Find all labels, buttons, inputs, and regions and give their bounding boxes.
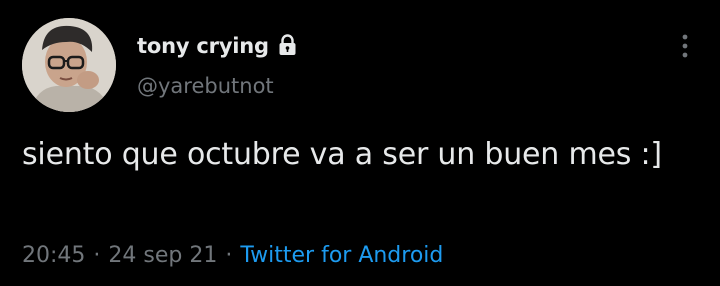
name-row: tony crying <box>137 32 297 60</box>
lock-icon <box>278 34 297 56</box>
tweet-source-link[interactable]: Twitter for Android <box>240 243 443 268</box>
tweet-metadata: 20:45 · 24 sep 21 · Twitter for Android <box>22 238 443 272</box>
tweet-text: siento que octubre va a ser un buen mes … <box>22 137 662 172</box>
tweet-date[interactable]: 24 sep 21 <box>108 243 217 268</box>
separator: · <box>93 242 101 268</box>
more-options-icon[interactable] <box>674 30 696 62</box>
user-handle[interactable]: @yarebutnot <box>137 74 274 98</box>
display-name[interactable]: tony crying <box>137 34 269 58</box>
separator: · <box>225 242 233 268</box>
tweet-time[interactable]: 20:45 <box>22 243 85 268</box>
tweet-card: tony crying @yarebutnot siento que octub… <box>0 0 720 286</box>
avatar[interactable] <box>22 18 116 112</box>
